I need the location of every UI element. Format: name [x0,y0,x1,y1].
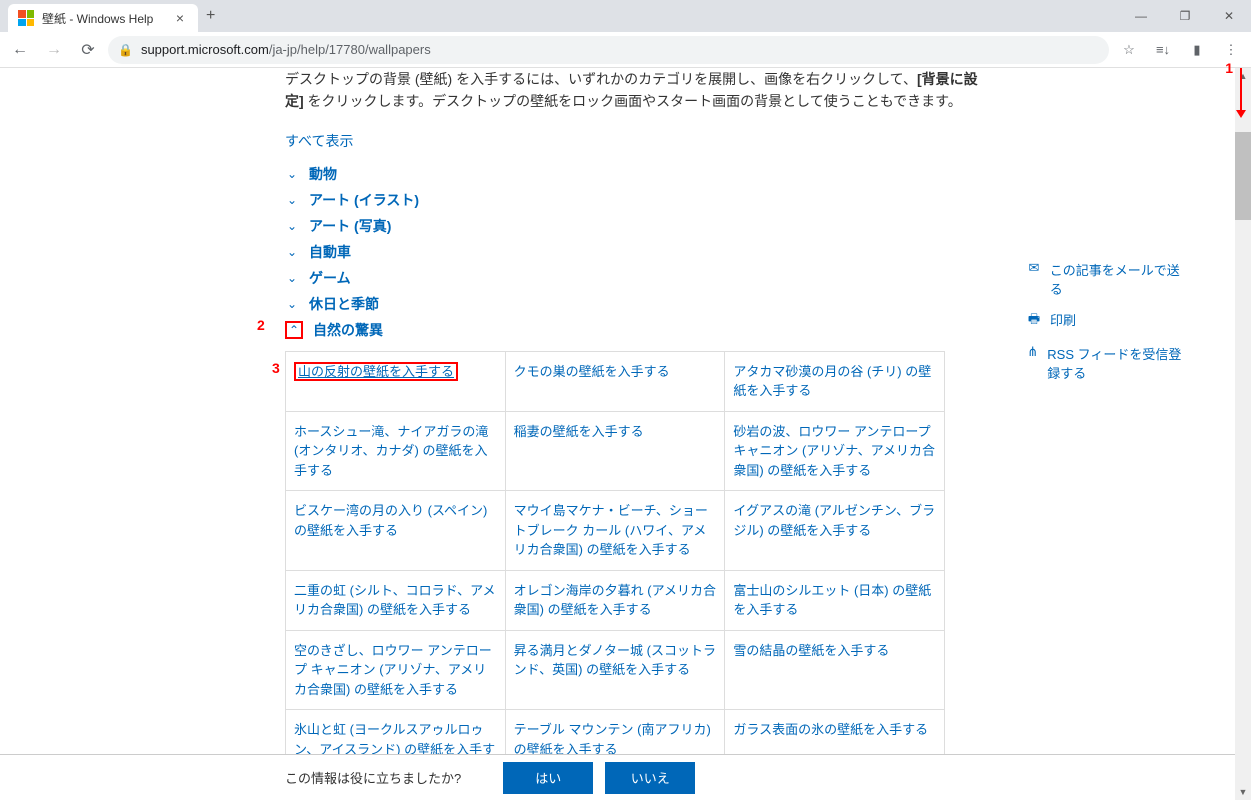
url-host: support.microsoft.com [141,42,269,57]
wallpaper-link[interactable]: ホースシュー滝、ナイアガラの滝 (オンタリオ、カナダ) の壁紙を入手する [294,424,488,478]
feedback-no-button[interactable]: いいえ [605,762,695,794]
window-maximize-button[interactable]: ❐ [1163,0,1207,32]
ms-favicon [18,10,34,26]
bookmark-star-icon[interactable]: ☆ [1115,36,1143,64]
window-minimize-button[interactable]: ― [1119,0,1163,32]
table-cell: オレゴン海岸の夕暮れ (アメリカ合衆国) の壁紙を入手する [506,571,726,631]
wallpaper-link[interactable]: ビスケー湾の月の入り (スペイン) の壁紙を入手する [294,503,487,538]
vertical-scrollbar[interactable]: ▲ ▼ [1235,68,1251,800]
annotation-1-arrow [1239,68,1243,118]
table-cell: アタカマ砂漠の月の谷 (チリ) の壁紙を入手する [725,352,945,412]
category-cars[interactable]: ⌄自動車 [285,239,985,265]
annotation-3: 3 [272,358,280,379]
print-link[interactable]: 🖶印刷 [1026,310,1191,332]
address-bar: ← → ⟳ 🔒 support.microsoft.com/ja-jp/help… [0,32,1251,68]
category-games[interactable]: ⌄ゲーム [285,265,985,291]
table-cell: ホースシュー滝、ナイアガラの滝 (オンタリオ、カナダ) の壁紙を入手する [286,412,506,492]
scroll-up-button[interactable]: ▲ [1235,68,1251,84]
table-cell: 砂岩の波、ロウワー アンテロープ キャニオン (アリゾナ、アメリカ合衆国) の壁… [725,412,945,492]
scroll-thumb[interactable] [1235,132,1251,220]
url-path: /ja-jp/help/17780/wallpapers [269,42,431,57]
table-cell: 昇る満月とダノター城 (スコットランド、英国) の壁紙を入手する [506,631,726,711]
window-close-button[interactable]: ✕ [1207,0,1251,32]
chevron-down-icon: ⌄ [285,167,299,181]
intro-text: デスクトップの背景 (壁紙) を入手するには、いずれかのカテゴリを展開し、画像を… [285,68,985,113]
category-holidays[interactable]: ⌄休日と季節 [285,291,985,317]
chevron-up-icon-highlighted: ⌃ [285,321,303,339]
annotation-1: 1 [1225,60,1233,76]
nav-back-button[interactable]: ← [6,36,34,64]
chevron-down-icon: ⌄ [285,297,299,311]
wallpaper-link[interactable]: オレゴン海岸の夕暮れ (アメリカ合衆国) の壁紙を入手する [514,583,716,618]
wallpaper-link[interactable]: アタカマ砂漠の月の谷 (チリ) の壁紙を入手する [733,364,931,399]
wallpaper-link-highlighted[interactable]: 山の反射の壁紙を入手する [294,362,458,381]
wallpaper-link[interactable]: イグアスの滝 (アルゼンチン、ブラジル) の壁紙を入手する [733,503,935,538]
feedback-yes-button[interactable]: はい [503,762,593,794]
wallpaper-link[interactable]: 昇る満月とダノター城 (スコットランド、英国) の壁紙を入手する [514,643,716,678]
table-cell: ビスケー湾の月の入り (スペイン) の壁紙を入手する [286,491,506,571]
table-cell: 稲妻の壁紙を入手する [506,412,726,492]
rss-link[interactable]: ⋔RSS フィードを受信登録する [1026,344,1191,382]
table-cell: 空のきざし、ロウワー アンテロープ キャニオン (アリゾナ、アメリカ合衆国) の… [286,631,506,711]
table-cell: 二重の虹 (シルト、コロラド、アメリカ合衆国) の壁紙を入手する [286,571,506,631]
wallpaper-link[interactable]: マウイ島マケナ・ビーチ、ショートブレーク カール (ハワイ、アメリカ合衆国) の… [514,503,708,557]
feedback-bar: この情報は役に立ちましたか? はい いいえ [0,754,1235,800]
scroll-down-button[interactable]: ▼ [1235,784,1251,800]
table-cell: マウイ島マケナ・ビーチ、ショートブレーク カール (ハワイ、アメリカ合衆国) の… [506,491,726,571]
wallpaper-link[interactable]: テーブル マウンテン (南アフリカ) の壁紙を入手する [514,722,711,757]
show-all-link[interactable]: すべて表示 [285,131,353,151]
category-list: ⌄動物 ⌄アート (イラスト) ⌄アート (写真) ⌄自動車 ⌄ゲーム ⌄休日と… [285,161,985,343]
tab-close-icon[interactable]: × [172,10,188,26]
table-cell: クモの巣の壁紙を入手する [506,352,726,412]
page-viewport: デスクトップの背景 (壁紙) を入手するには、いずれかのカテゴリを展開し、画像を… [0,68,1235,800]
right-actions: ✉この記事をメールで送る 🖶印刷 ⋔RSS フィードを受信登録する [1026,260,1191,394]
nav-forward-button[interactable]: → [40,36,68,64]
chevron-down-icon: ⌄ [285,245,299,259]
table-cell: イグアスの滝 (アルゼンチン、ブラジル) の壁紙を入手する [725,491,945,571]
wallpaper-link[interactable]: 空のきざし、ロウワー アンテロープ キャニオン (アリゾナ、アメリカ合衆国) の… [294,643,492,697]
lock-icon: 🔒 [118,43,133,57]
mail-icon: ✉ [1026,260,1042,276]
rss-icon: ⋔ [1026,344,1039,360]
table-cell: 雪の結晶の壁紙を入手する [725,631,945,711]
wallpaper-link[interactable]: 二重の虹 (シルト、コロラド、アメリカ合衆国) の壁紙を入手する [294,583,496,618]
wallpaper-link[interactable]: クモの巣の壁紙を入手する [514,364,670,379]
wallpaper-link[interactable]: ガラス表面の氷の壁紙を入手する [733,722,928,737]
table-cell: 3 山の反射の壁紙を入手する [286,352,506,412]
chevron-down-icon: ⌄ [285,193,299,207]
category-art-photo[interactable]: ⌄アート (写真) [285,213,985,239]
wallpaper-link[interactable]: 砂岩の波、ロウワー アンテロープ キャニオン (アリゾナ、アメリカ合衆国) の壁… [733,424,935,478]
window-titlebar: 壁紙 - Windows Help × + ― ❐ ✕ [0,0,1251,32]
reading-list-icon[interactable]: ≡↓ [1149,36,1177,64]
category-art-illust[interactable]: ⌄アート (イラスト) [285,187,985,213]
wallpaper-link[interactable]: 富士山のシルエット (日本) の壁紙を入手する [733,583,931,618]
category-animals[interactable]: ⌄動物 [285,161,985,187]
extension-icon[interactable]: ▮ [1183,36,1211,64]
feedback-question: この情報は役に立ちましたか? [285,768,461,787]
chevron-down-icon: ⌄ [285,219,299,233]
new-tab-button[interactable]: + [206,7,215,25]
browser-tab[interactable]: 壁紙 - Windows Help × [8,4,198,32]
url-bar[interactable]: 🔒 support.microsoft.com/ja-jp/help/17780… [108,36,1109,64]
tab-title: 壁紙 - Windows Help [42,10,172,27]
wallpaper-link[interactable]: 雪の結晶の壁紙を入手する [733,643,889,658]
email-article-link[interactable]: ✉この記事をメールで送る [1026,260,1191,298]
print-icon: 🖶 [1026,310,1042,332]
chevron-down-icon: ⌄ [285,271,299,285]
table-cell: 富士山のシルエット (日本) の壁紙を入手する [725,571,945,631]
category-nature[interactable]: 2 ⌃ 自然の驚異 [285,317,985,343]
wallpaper-link[interactable]: 稲妻の壁紙を入手する [514,424,644,439]
wallpaper-table: 3 山の反射の壁紙を入手する クモの巣の壁紙を入手する アタカマ砂漠の月の谷 (… [285,351,945,790]
annotation-2: 2 [257,317,265,333]
nav-reload-button[interactable]: ⟳ [74,36,102,64]
